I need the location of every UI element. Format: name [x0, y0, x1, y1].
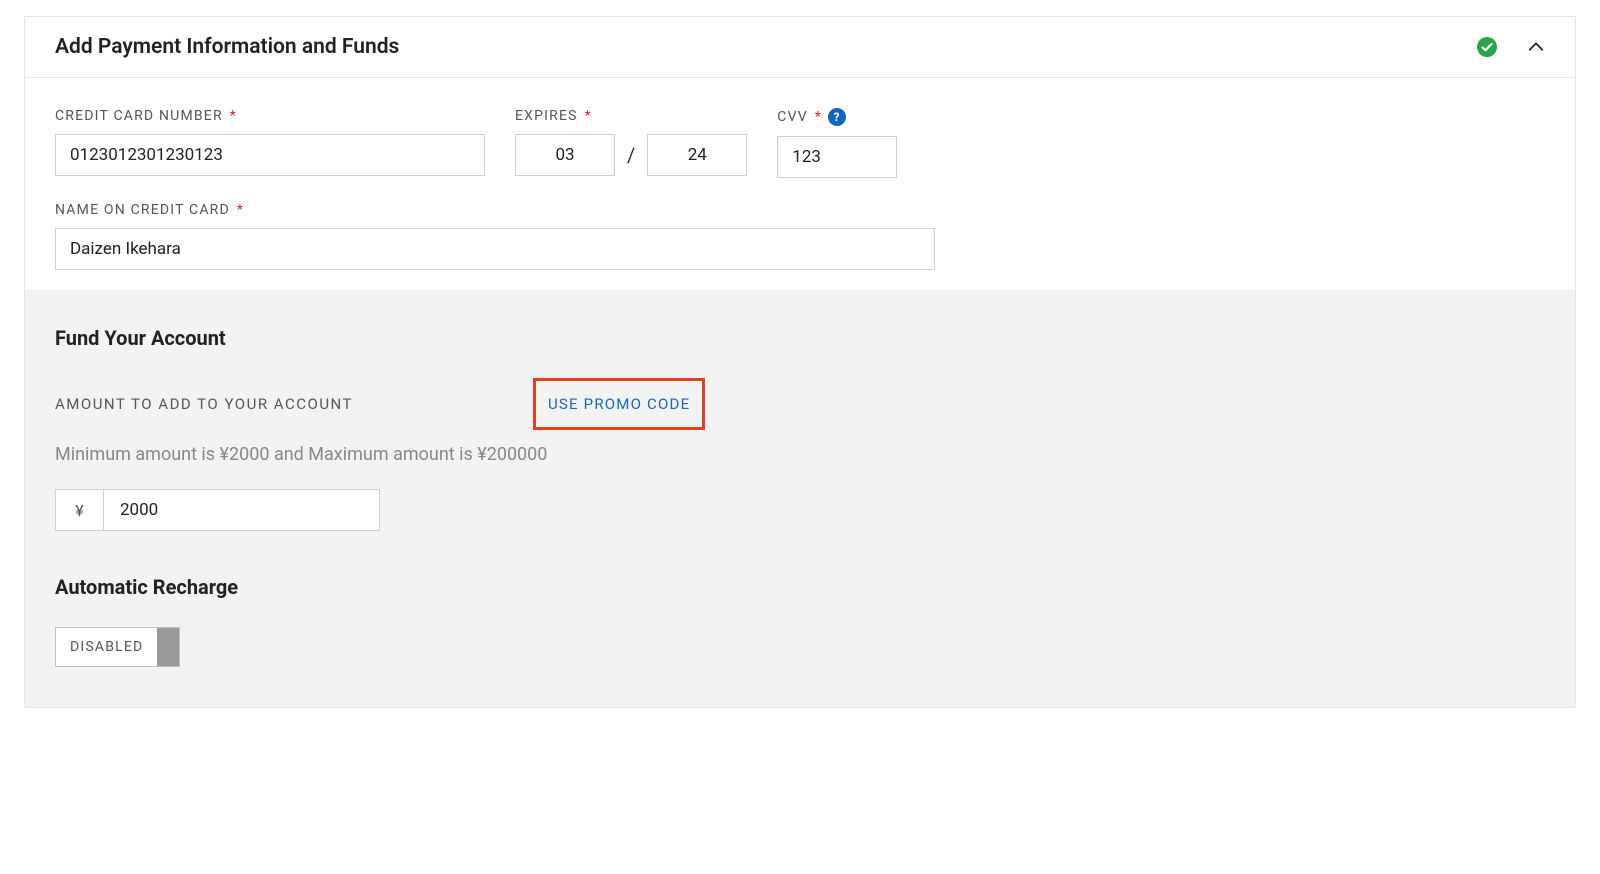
cvv-label-text: CVV — [777, 109, 808, 125]
exp-month-input[interactable] — [515, 134, 615, 176]
cc-number-field: CREDIT CARD NUMBER * — [55, 108, 485, 178]
required-mark: * — [237, 202, 244, 218]
amount-input[interactable] — [104, 490, 379, 530]
required-mark: * — [230, 108, 237, 124]
toggle-label: DISABLED — [56, 628, 157, 666]
name-input[interactable] — [55, 228, 935, 270]
name-field: NAME ON CREDIT CARD * — [55, 202, 1545, 270]
cc-number-input[interactable] — [55, 134, 485, 176]
exp-separator: / — [627, 143, 635, 167]
name-label: NAME ON CREDIT CARD * — [55, 202, 1545, 218]
cvv-field: CVV * ? — [777, 108, 897, 178]
toggle-knob-icon — [157, 628, 179, 666]
required-mark: * — [585, 108, 592, 124]
expires-field: EXPIRES * / — [515, 108, 747, 178]
payment-panel: Add Payment Information and Funds CREDIT… — [24, 16, 1576, 708]
cc-number-label: CREDIT CARD NUMBER * — [55, 108, 485, 124]
name-label-text: NAME ON CREDIT CARD — [55, 202, 230, 218]
cvv-label: CVV * ? — [777, 108, 897, 126]
cc-number-label-text: CREDIT CARD NUMBER — [55, 108, 223, 124]
required-mark: * — [815, 109, 822, 125]
chevron-up-icon[interactable] — [1527, 38, 1545, 56]
auto-recharge-title: Automatic Recharge — [55, 575, 1545, 599]
auto-recharge-toggle[interactable]: DISABLED — [55, 627, 180, 667]
exp-year-input[interactable] — [647, 134, 747, 176]
amount-label: AMOUNT TO ADD TO YOUR ACCOUNT — [55, 395, 353, 413]
fund-account-section: Fund Your Account AMOUNT TO ADD TO YOUR … — [25, 290, 1575, 707]
amount-hint: Minimum amount is ¥2000 and Maximum amou… — [55, 444, 1545, 465]
currency-symbol: ¥ — [56, 490, 104, 530]
expires-label: EXPIRES * — [515, 108, 747, 124]
use-promo-code-link[interactable]: USE PROMO CODE — [533, 378, 705, 430]
help-icon[interactable]: ? — [828, 108, 846, 126]
expires-label-text: EXPIRES — [515, 108, 578, 124]
panel-header[interactable]: Add Payment Information and Funds — [25, 17, 1575, 78]
panel-title: Add Payment Information and Funds — [55, 35, 1477, 59]
amount-input-wrap: ¥ — [55, 489, 380, 531]
status-complete-icon — [1477, 37, 1497, 57]
cvv-input[interactable] — [777, 136, 897, 178]
fund-title: Fund Your Account — [55, 326, 1545, 350]
panel-body: CREDIT CARD NUMBER * EXPIRES * / CVV * ? — [25, 78, 1575, 707]
